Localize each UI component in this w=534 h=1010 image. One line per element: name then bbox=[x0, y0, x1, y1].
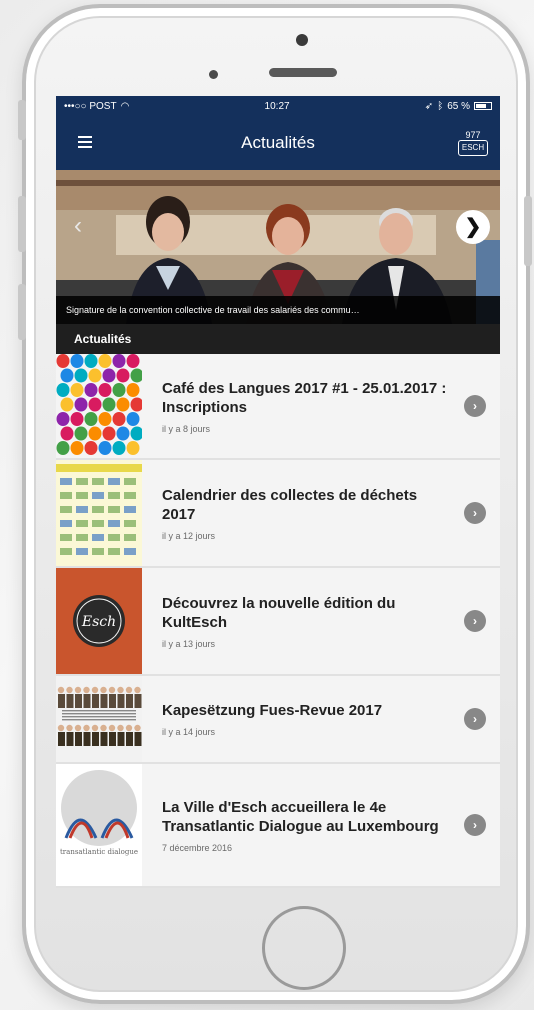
news-title: Café des Langues 2017 #1 - 25.01.2017 : … bbox=[162, 379, 447, 416]
news-date: il y a 8 jours bbox=[162, 423, 211, 434]
news-title: Kapesëtzung Fues-Revue 2017 bbox=[162, 702, 383, 719]
wifi-icon: ◠ bbox=[120, 100, 130, 112]
news-title: Découvrez la nouvelle édition du KultEsc… bbox=[162, 594, 396, 631]
news-date: il y a 14 jours bbox=[162, 727, 216, 737]
news-item[interactable]: Esch Découvrez la nouvelle édition du Ku… bbox=[56, 568, 500, 676]
carousel-prev-icon[interactable]: ‹ bbox=[74, 212, 82, 240]
battery-icon bbox=[473, 102, 492, 110]
calendar-image bbox=[56, 464, 142, 555]
page-title: Actualités bbox=[241, 133, 315, 152]
calendar-thumbnail bbox=[56, 460, 142, 566]
esch-logo-text: ESCH bbox=[458, 140, 488, 156]
colored-balls-image bbox=[56, 354, 142, 455]
transatlantic-thumbnail: transatlantic dialogue bbox=[56, 764, 142, 886]
bluetooth-icon: ᛒ bbox=[437, 100, 444, 112]
app-screen: •••○○ POST ◠ 10:27 ➶ ᛒ 65 % Actualités 9… bbox=[56, 96, 500, 888]
chevron-right-icon[interactable]: › bbox=[464, 708, 486, 730]
kultesch-thumbnail: Esch bbox=[56, 568, 142, 674]
group-photo-image bbox=[56, 676, 142, 762]
status-bar: •••○○ POST ◠ 10:27 ➶ ᛒ 65 % bbox=[56, 96, 500, 116]
news-date: il y a 12 jours bbox=[162, 530, 216, 541]
news-list: Café des Langues 2017 #1 - 25.01.2017 : … bbox=[56, 354, 500, 888]
transatlantic-logo-text: transatlantic dialogue bbox=[60, 848, 138, 856]
svg-text:Esch: Esch bbox=[81, 614, 116, 630]
chevron-right-icon[interactable]: › bbox=[464, 502, 486, 524]
chevron-right-icon[interactable]: › bbox=[464, 395, 486, 417]
clock: 10:27 bbox=[264, 100, 290, 112]
colored-balls-thumbnail bbox=[56, 354, 142, 458]
news-title: La Ville d'Esch accueillera le 4e Transa… bbox=[162, 798, 439, 835]
hero-caption[interactable]: Signature de la convention collective de… bbox=[56, 296, 500, 324]
volume-up-button[interactable] bbox=[18, 196, 26, 252]
section-title: Actualités bbox=[56, 324, 500, 354]
esch-logo[interactable]: 977 ESCH bbox=[458, 130, 488, 158]
power-button[interactable] bbox=[524, 196, 532, 266]
news-date: 7 décembre 2016 bbox=[162, 842, 233, 853]
news-title: Calendrier des collectes de déchets 2017 bbox=[162, 486, 418, 523]
location-icon: ➶ bbox=[424, 100, 434, 112]
transatlantic-logo-image: transatlantic dialogue bbox=[60, 770, 138, 856]
front-camera bbox=[296, 34, 308, 46]
battery-percent: 65 % bbox=[447, 100, 470, 112]
nav-bar: Actualités 977 ESCH bbox=[56, 116, 500, 170]
news-item[interactable]: Calendrier des collectes de déchets 2017… bbox=[56, 460, 500, 568]
chevron-right-icon[interactable]: › bbox=[464, 610, 486, 632]
carrier-label: •••○○ POST bbox=[64, 100, 117, 112]
earpiece-speaker bbox=[269, 68, 337, 77]
volume-down-button[interactable] bbox=[18, 284, 26, 340]
carousel-next-button[interactable]: ❯ bbox=[456, 210, 490, 244]
mute-switch[interactable] bbox=[18, 100, 26, 140]
kultesch-logo-image: Esch bbox=[73, 595, 125, 647]
esch-logo-top: 977 bbox=[465, 130, 481, 140]
group-photo-thumbnail bbox=[56, 676, 142, 762]
news-item[interactable]: Kapesëtzung Fues-Revue 2017 il y a 14 jo… bbox=[56, 676, 500, 764]
hamburger-menu-icon[interactable] bbox=[78, 136, 92, 148]
chevron-right-icon[interactable]: › bbox=[464, 814, 486, 836]
news-item[interactable]: Café des Langues 2017 #1 - 25.01.2017 : … bbox=[56, 354, 500, 460]
hero-carousel[interactable]: ‹ ❯ Signature de la convention collectiv… bbox=[56, 170, 500, 324]
home-button[interactable] bbox=[262, 906, 346, 990]
proximity-sensor bbox=[209, 70, 218, 79]
news-item[interactable]: transatlantic dialogue La Ville d'Esch a… bbox=[56, 764, 500, 888]
news-date: il y a 13 jours bbox=[162, 638, 216, 649]
